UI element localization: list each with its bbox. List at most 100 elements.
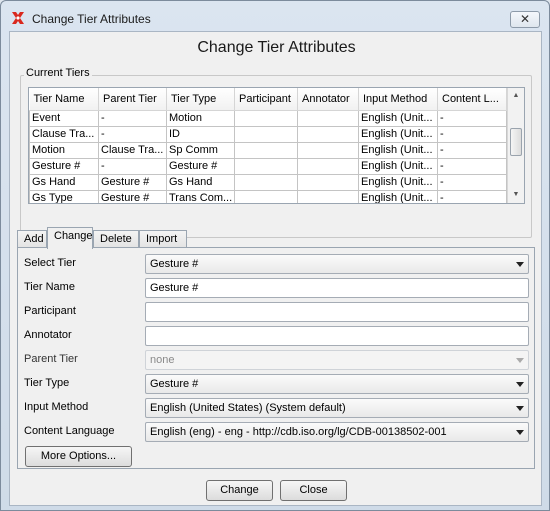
window-title: Change Tier Attributes bbox=[32, 12, 151, 26]
app-icon bbox=[12, 12, 24, 24]
table-cell: - bbox=[437, 157, 507, 175]
table-cell: Gs Hand bbox=[166, 173, 235, 191]
change-button[interactable]: Change bbox=[206, 480, 273, 501]
table-cell bbox=[234, 109, 298, 127]
tier-type-dropdown[interactable]: Gesture # bbox=[145, 374, 529, 394]
table-cell bbox=[297, 141, 359, 159]
table-cell: Sp Comm bbox=[166, 141, 235, 159]
table-cell: - bbox=[437, 189, 507, 203]
table-cell: Gesture # bbox=[98, 173, 167, 191]
table-cell: English (Unit... bbox=[358, 173, 438, 191]
chevron-down-icon bbox=[516, 358, 524, 363]
tier-name-input[interactable]: Gesture # bbox=[145, 278, 529, 298]
tab-change[interactable]: Change bbox=[47, 227, 93, 249]
tab-import[interactable]: Import bbox=[139, 230, 187, 248]
column-header[interactable]: Parent Tier bbox=[98, 88, 167, 111]
dialog-body: Change Tier Attributes Current Tiers Tie… bbox=[9, 31, 542, 506]
table-cell bbox=[297, 157, 359, 175]
chevron-down-icon bbox=[516, 430, 524, 435]
content-language-dropdown[interactable]: English (eng) - eng - http://cdb.iso.org… bbox=[145, 422, 529, 442]
input-method-label: Input Method bbox=[24, 401, 89, 413]
dialog-window: Change Tier Attributes ✕ Change Tier Att… bbox=[0, 0, 550, 511]
select-tier-value: Gesture # bbox=[150, 258, 199, 270]
tab-label: Change bbox=[54, 230, 93, 242]
chevron-down-icon bbox=[516, 406, 524, 411]
tab-add[interactable]: Add bbox=[17, 230, 47, 248]
table-row[interactable]: Motion Clause Tra... Sp Comm English (Un… bbox=[29, 141, 507, 159]
table-cell: ID bbox=[166, 125, 235, 143]
table-cell bbox=[234, 173, 298, 191]
column-header[interactable]: Tier Type bbox=[166, 88, 235, 111]
select-tier-label: Select Tier bbox=[24, 257, 76, 269]
tiers-table: Tier Name Parent Tier Tier Type Particip… bbox=[29, 88, 507, 203]
change-tab-panel: Select Tier Gesture # Tier Name Gesture … bbox=[17, 247, 535, 469]
tab-label: Delete bbox=[100, 233, 132, 245]
scroll-up-icon[interactable]: ▲ bbox=[508, 88, 524, 104]
parent-tier-label: Parent Tier bbox=[24, 353, 78, 365]
table-cell: Motion bbox=[166, 109, 235, 127]
table-cell: English (Unit... bbox=[358, 141, 438, 159]
table-cell: Gesture # bbox=[29, 157, 99, 175]
table-cell bbox=[234, 189, 298, 203]
column-header[interactable]: Tier Name bbox=[29, 88, 99, 111]
table-cell: Trans Com... bbox=[166, 189, 235, 203]
tab-label: Import bbox=[146, 233, 178, 245]
table-cell: - bbox=[437, 141, 507, 159]
select-tier-dropdown[interactable]: Gesture # bbox=[145, 254, 529, 274]
content-language-value: English (eng) - eng - http://cdb.iso.org… bbox=[150, 426, 447, 438]
parent-tier-dropdown: none bbox=[145, 350, 529, 370]
chevron-down-icon bbox=[516, 262, 524, 267]
table-cell: English (Unit... bbox=[358, 109, 438, 127]
table-cell: English (Unit... bbox=[358, 157, 438, 175]
table-cell: - bbox=[98, 109, 167, 127]
table-row[interactable]: Gs Hand Gesture # Gs Hand English (Unit.… bbox=[29, 173, 507, 191]
column-header[interactable]: Participant bbox=[234, 88, 298, 111]
tiers-vertical-scrollbar[interactable]: ▲ ▼ bbox=[507, 88, 524, 203]
column-header[interactable]: Annotator bbox=[297, 88, 359, 111]
table-cell: - bbox=[98, 125, 167, 143]
annotator-label: Annotator bbox=[24, 329, 72, 341]
table-cell: Motion bbox=[29, 141, 99, 159]
annotator-input[interactable] bbox=[145, 326, 529, 346]
table-row[interactable]: Event - Motion English (Unit... - bbox=[29, 109, 507, 127]
table-cell: Clause Tra... bbox=[29, 125, 99, 143]
table-row[interactable]: Clause Tra... - ID English (Unit... - bbox=[29, 125, 507, 143]
column-header[interactable]: Input Method bbox=[358, 88, 438, 111]
table-cell bbox=[234, 125, 298, 143]
current-tiers-label: Current Tiers bbox=[24, 67, 92, 79]
scroll-down-icon[interactable]: ▼ bbox=[508, 187, 524, 203]
tiers-table-header: Tier Name Parent Tier Tier Type Particip… bbox=[29, 88, 507, 111]
table-cell: - bbox=[437, 109, 507, 127]
table-cell: - bbox=[437, 173, 507, 191]
scrollbar-thumb[interactable] bbox=[510, 128, 522, 156]
table-cell bbox=[297, 109, 359, 127]
table-cell: Gs Type bbox=[29, 189, 99, 203]
tier-type-value: Gesture # bbox=[150, 378, 199, 390]
table-cell: English (Unit... bbox=[358, 125, 438, 143]
table-cell: Gesture # bbox=[166, 157, 235, 175]
tab-label: Add bbox=[24, 233, 44, 245]
dialog-heading: Change Tier Attributes bbox=[197, 39, 356, 56]
table-row[interactable]: Gs Type Gesture # Trans Com... English (… bbox=[29, 189, 507, 203]
close-button[interactable]: Close bbox=[280, 480, 347, 501]
tier-type-label: Tier Type bbox=[24, 377, 70, 389]
table-cell: Gesture # bbox=[98, 189, 167, 203]
table-cell: Event bbox=[29, 109, 99, 127]
tier-name-label: Tier Name bbox=[24, 281, 75, 293]
more-options-button[interactable]: More Options... bbox=[25, 446, 132, 467]
content-language-label: Content Language bbox=[24, 425, 115, 437]
window-close-button[interactable]: ✕ bbox=[510, 11, 540, 28]
title-bar[interactable]: Change Tier Attributes ✕ bbox=[1, 1, 549, 35]
participant-input[interactable] bbox=[145, 302, 529, 322]
chevron-down-icon bbox=[516, 382, 524, 387]
participant-label: Participant bbox=[24, 305, 76, 317]
column-header[interactable]: Content L... bbox=[437, 88, 507, 111]
table-cell: Gs Hand bbox=[29, 173, 99, 191]
tab-delete[interactable]: Delete bbox=[93, 230, 139, 248]
table-row[interactable]: Gesture # - Gesture # English (Unit... - bbox=[29, 157, 507, 175]
table-cell bbox=[234, 157, 298, 175]
input-method-dropdown[interactable]: English (United States) (System default) bbox=[145, 398, 529, 418]
table-cell bbox=[297, 125, 359, 143]
table-cell: English (Unit... bbox=[358, 189, 438, 203]
parent-tier-value: none bbox=[150, 354, 175, 366]
